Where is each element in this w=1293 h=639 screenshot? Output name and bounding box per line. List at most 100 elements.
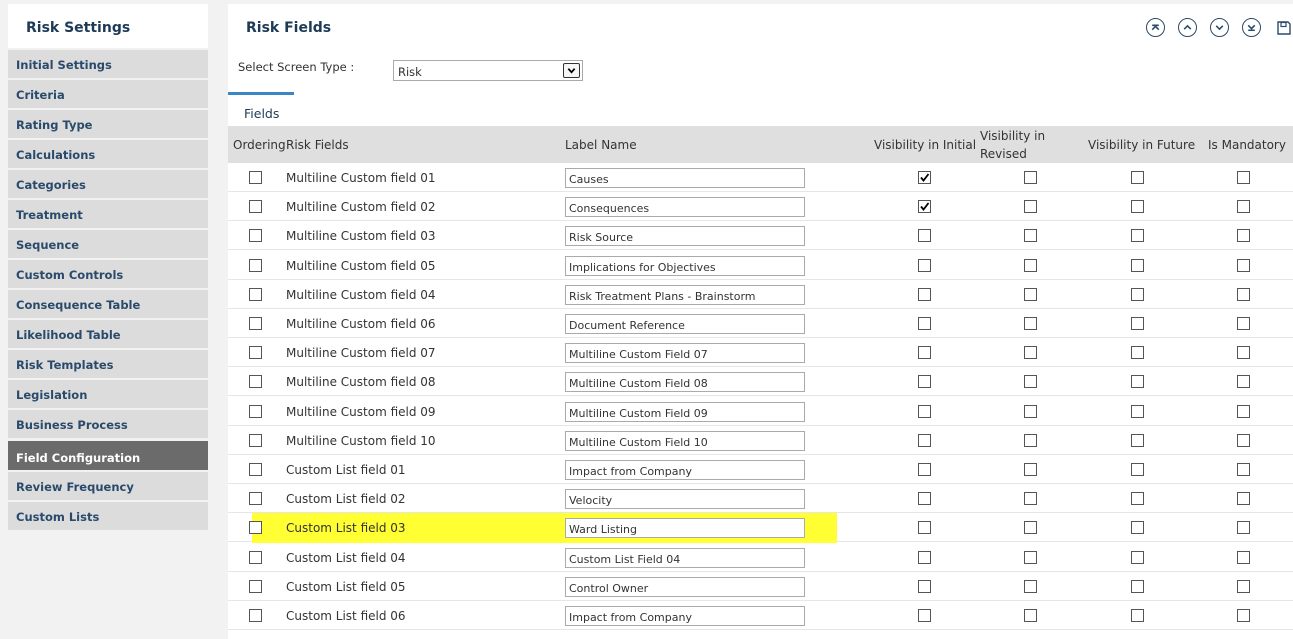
label-name-input[interactable] (565, 168, 805, 188)
sidebar-item-risk-templates[interactable]: Risk Templates (8, 350, 208, 378)
move-top-icon[interactable] (1146, 18, 1165, 37)
label-name-input[interactable] (565, 401, 805, 422)
sidebar-item-calculations[interactable]: Calculations (8, 140, 208, 168)
label-name-input[interactable] (565, 460, 805, 480)
visibility-initial-checkbox[interactable] (918, 609, 931, 622)
visibility-initial-checkbox[interactable] (918, 346, 931, 360)
ordering-checkbox[interactable] (249, 287, 262, 301)
sidebar-item-likelihood-table[interactable]: Likelihood Table (8, 320, 208, 348)
visibility-revised-checkbox[interactable] (1024, 579, 1037, 593)
visibility-future-checkbox[interactable] (1131, 463, 1144, 476)
ordering-checkbox[interactable] (249, 258, 262, 272)
is-mandatory-checkbox[interactable] (1237, 317, 1250, 330)
visibility-future-checkbox[interactable] (1131, 287, 1144, 301)
is-mandatory-checkbox[interactable] (1237, 200, 1250, 214)
chevron-down-icon[interactable] (563, 63, 580, 78)
sidebar-item-treatment[interactable]: Treatment (8, 200, 208, 228)
visibility-revised-checkbox[interactable] (1024, 433, 1037, 447)
label-name-input[interactable] (565, 197, 805, 218)
label-name-input[interactable] (565, 372, 805, 393)
visibility-future-checkbox[interactable] (1131, 521, 1144, 535)
is-mandatory-checkbox[interactable] (1237, 258, 1250, 272)
visibility-future-checkbox[interactable] (1131, 404, 1144, 418)
ordering-checkbox[interactable] (249, 200, 262, 214)
sidebar-item-legislation[interactable]: Legislation (8, 380, 208, 408)
tab-fields[interactable]: Fields (228, 92, 294, 125)
visibility-future-checkbox[interactable] (1131, 317, 1144, 330)
visibility-initial-checkbox[interactable] (918, 229, 931, 243)
is-mandatory-checkbox[interactable] (1237, 404, 1250, 418)
visibility-revised-checkbox[interactable] (1024, 521, 1037, 535)
visibility-revised-checkbox[interactable] (1024, 550, 1037, 564)
is-mandatory-checkbox[interactable] (1237, 346, 1250, 360)
sidebar-item-categories[interactable]: Categories (8, 170, 208, 198)
ordering-checkbox[interactable] (249, 550, 262, 564)
sidebar-item-criteria[interactable]: Criteria (8, 80, 208, 108)
visibility-future-checkbox[interactable] (1131, 609, 1144, 622)
visibility-future-checkbox[interactable] (1131, 492, 1144, 506)
visibility-revised-checkbox[interactable] (1024, 258, 1037, 272)
label-name-input[interactable] (565, 226, 805, 247)
sidebar-item-initial-settings[interactable]: Initial Settings (8, 50, 208, 78)
label-name-input[interactable] (565, 314, 805, 334)
visibility-future-checkbox[interactable] (1131, 375, 1144, 389)
visibility-revised-checkbox[interactable] (1024, 229, 1037, 243)
visibility-revised-checkbox[interactable] (1024, 375, 1037, 389)
visibility-future-checkbox[interactable] (1131, 550, 1144, 564)
ordering-checkbox[interactable] (249, 579, 262, 593)
sidebar-item-custom-controls[interactable]: Custom Controls (8, 260, 208, 288)
sidebar-item-consequence-table[interactable]: Consequence Table (8, 290, 208, 318)
visibility-future-checkbox[interactable] (1131, 433, 1144, 447)
label-name-input[interactable] (565, 518, 805, 539)
sidebar-item-sequence[interactable]: Sequence (8, 230, 208, 258)
is-mandatory-checkbox[interactable] (1237, 229, 1250, 243)
visibility-future-checkbox[interactable] (1131, 346, 1144, 360)
sidebar-item-rating-type[interactable]: Rating Type (8, 110, 208, 138)
label-name-input[interactable] (565, 606, 805, 626)
save-icon[interactable] (1274, 18, 1293, 37)
visibility-initial-checkbox[interactable] (918, 171, 931, 184)
is-mandatory-checkbox[interactable] (1237, 375, 1250, 389)
visibility-initial-checkbox[interactable] (918, 200, 931, 214)
label-name-input[interactable] (565, 576, 805, 597)
is-mandatory-checkbox[interactable] (1237, 433, 1250, 447)
visibility-initial-checkbox[interactable] (918, 492, 931, 506)
ordering-checkbox[interactable] (249, 492, 262, 506)
visibility-future-checkbox[interactable] (1131, 200, 1144, 214)
visibility-future-checkbox[interactable] (1131, 171, 1144, 184)
ordering-checkbox[interactable] (249, 463, 262, 476)
move-bottom-icon[interactable] (1242, 18, 1261, 37)
visibility-initial-checkbox[interactable] (918, 258, 931, 272)
label-name-input[interactable] (565, 343, 805, 364)
label-name-input[interactable] (565, 255, 805, 276)
label-name-input[interactable] (565, 547, 805, 568)
visibility-revised-checkbox[interactable] (1024, 404, 1037, 418)
visibility-initial-checkbox[interactable] (918, 404, 931, 418)
move-down-icon[interactable] (1210, 18, 1229, 37)
visibility-revised-checkbox[interactable] (1024, 346, 1037, 360)
visibility-initial-checkbox[interactable] (918, 287, 931, 301)
visibility-future-checkbox[interactable] (1131, 229, 1144, 243)
ordering-checkbox[interactable] (249, 375, 262, 389)
visibility-initial-checkbox[interactable] (918, 579, 931, 593)
ordering-checkbox[interactable] (249, 609, 262, 622)
label-name-input[interactable] (565, 284, 805, 305)
is-mandatory-checkbox[interactable] (1237, 492, 1250, 506)
is-mandatory-checkbox[interactable] (1237, 609, 1250, 622)
visibility-initial-checkbox[interactable] (918, 433, 931, 447)
visibility-revised-checkbox[interactable] (1024, 287, 1037, 301)
is-mandatory-checkbox[interactable] (1237, 287, 1250, 301)
is-mandatory-checkbox[interactable] (1237, 579, 1250, 593)
visibility-revised-checkbox[interactable] (1024, 492, 1037, 506)
is-mandatory-checkbox[interactable] (1237, 521, 1250, 535)
visibility-initial-checkbox[interactable] (918, 550, 931, 564)
is-mandatory-checkbox[interactable] (1237, 550, 1250, 564)
ordering-checkbox[interactable] (249, 404, 262, 418)
screen-type-select[interactable]: Risk (393, 60, 583, 81)
label-name-input[interactable] (565, 430, 805, 451)
ordering-checkbox[interactable] (249, 433, 262, 447)
ordering-checkbox[interactable] (249, 317, 262, 330)
visibility-initial-checkbox[interactable] (918, 317, 931, 330)
visibility-future-checkbox[interactable] (1131, 258, 1144, 272)
sidebar-item-review-frequency[interactable]: Review Frequency (8, 472, 208, 500)
